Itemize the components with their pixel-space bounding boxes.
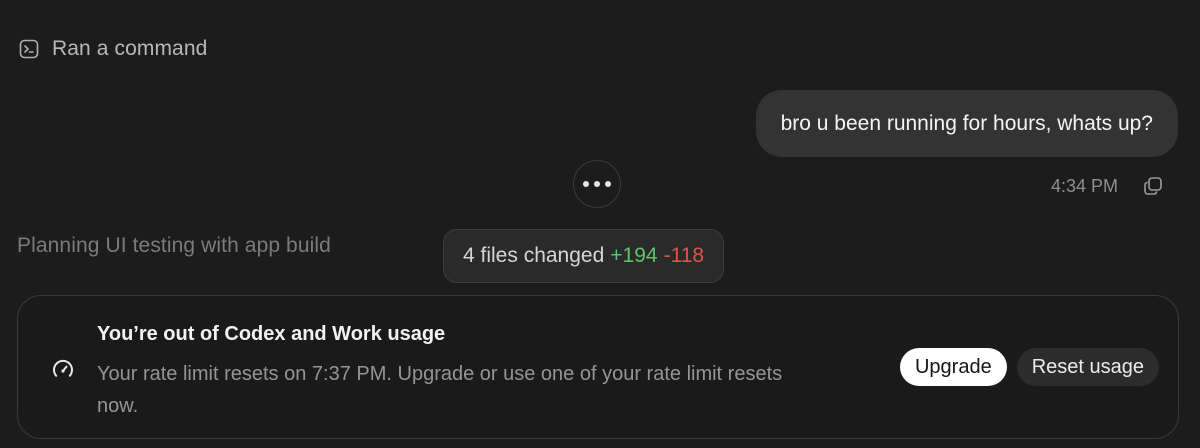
more-icon-dot (594, 181, 600, 187)
message-meta: 4:34 PM (1051, 172, 1164, 200)
lines-removed-count: -118 (663, 244, 705, 267)
lines-added-count: +194 (610, 244, 658, 267)
usage-limit-card: You’re out of Codex and Work usage Your … (17, 295, 1179, 439)
chat-view: Ran a command bro u been running for hou… (0, 0, 1200, 448)
usage-card-title: You’re out of Codex and Work usage (97, 323, 446, 345)
more-icon-dot (583, 181, 589, 187)
more-icon-dot (605, 181, 611, 187)
truncated-previous-content (96, 0, 176, 2)
user-message-bubble: bro u been running for hours, whats up? (755, 90, 1178, 157)
usage-card-body: Your rate limit resets on 7:37 PM. Upgra… (97, 363, 783, 417)
terminal-icon (18, 38, 40, 60)
more-options-button[interactable] (573, 160, 621, 208)
upgrade-button[interactable]: Upgrade (899, 348, 1007, 386)
usage-card-actions: Upgrade Reset usage (899, 348, 1159, 386)
files-changed-label: 4 files changed (463, 244, 605, 267)
reset-usage-button[interactable]: Reset usage (1016, 348, 1159, 386)
copy-icon[interactable] (1142, 175, 1164, 197)
agent-status-text: Planning UI testing with app build (17, 234, 331, 257)
user-message-text: bro u been running for hours, whats up? (780, 111, 1153, 135)
message-timestamp: 4:34 PM (1050, 175, 1118, 196)
command-label: Ran a command (52, 37, 208, 60)
ran-command-row[interactable]: Ran a command (18, 34, 207, 64)
files-changed-pill[interactable]: 4 files changed +194 -118 (443, 229, 725, 283)
gauge-icon (50, 356, 76, 382)
